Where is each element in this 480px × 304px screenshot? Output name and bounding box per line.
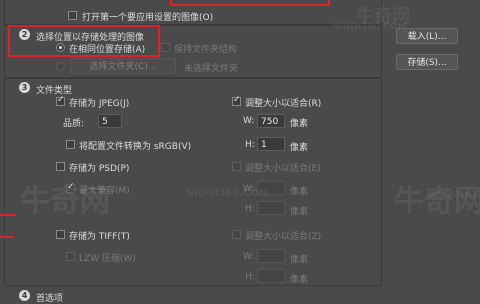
lzw-label: LZW 压缩(W) [79, 254, 136, 264]
tiff-w-label: W: [243, 252, 255, 262]
section-3-badge: 3 [19, 82, 30, 93]
jpeg-quality-input[interactable]: 5 [98, 114, 122, 128]
tiff-h-label: H: [245, 272, 255, 282]
tiff-w-unit: 像素 [290, 255, 309, 265]
psd-height-input[interactable] [257, 201, 285, 215]
save-jpeg-label: 存储为 JPEG(J) [69, 99, 130, 109]
watermark-cn-mid: 牛奇网 [20, 184, 110, 219]
highlight-box-top [170, 0, 330, 6]
jpeg-resize-label: 调整大小以适合(R) [245, 99, 322, 109]
section-4-title: 首选项 [36, 294, 64, 304]
psd-h-label: H: [245, 204, 255, 214]
psd-resize-label: 调整大小以适合(E) [245, 164, 321, 174]
keep-structure-label: 保持文件夹结构 [174, 45, 238, 55]
save-jpeg-checkbox[interactable] [56, 95, 65, 106]
watermark-brand-mid: NIUQI360.COM [186, 188, 269, 199]
jpeg-h-label: H: [245, 140, 255, 150]
left-edge-marker-1 [0, 214, 16, 216]
save-settings-button[interactable]: 存储(S)... [396, 54, 458, 70]
left-edge-marker-2 [0, 236, 14, 238]
section-4-badge: 4 [19, 290, 30, 301]
section-3-title: 文件类型 [36, 86, 73, 96]
tiff-height-input[interactable] [257, 269, 285, 283]
psd-w-unit: 像素 [290, 187, 309, 197]
psd-resize-checkbox[interactable] [232, 162, 241, 171]
highlight-box-section-2 [8, 25, 160, 57]
jpeg-width-input[interactable]: 750 [257, 114, 285, 128]
lzw-checkbox[interactable] [66, 252, 75, 261]
jpeg-height-input[interactable]: 1 [257, 137, 285, 151]
srgb-label: 将配置文件转换为 sRGB(V) [79, 142, 192, 152]
open-first-image-checkbox[interactable] [68, 11, 77, 20]
jpeg-h-unit: 像素 [290, 143, 309, 153]
select-folder-button[interactable]: 选择文件夹(C)... [70, 58, 176, 74]
jpeg-w-unit: 像素 [290, 119, 309, 129]
no-folder-label: 未选择文件夹 [184, 64, 239, 74]
srgb-checkbox[interactable] [66, 140, 75, 149]
jpeg-resize-checkbox[interactable] [232, 95, 241, 106]
save-psd-label: 存储为 PSD(P) [69, 164, 130, 174]
select-folder-radio[interactable] [56, 62, 65, 71]
tiff-resize-label: 调整大小以适合(Z) [245, 232, 322, 242]
watermark-cn-top: 牛奇网 [356, 6, 410, 27]
save-tiff-label: 存储为 TIFF(T) [69, 232, 130, 242]
keep-structure-checkbox[interactable] [161, 43, 170, 52]
psd-h-unit: 像素 [290, 207, 309, 217]
tiff-h-unit: 像素 [290, 275, 309, 285]
jpeg-quality-label: 品质: [63, 119, 85, 129]
jpeg-w-label: W: [243, 116, 255, 126]
save-psd-checkbox[interactable] [56, 162, 65, 171]
watermark-brand-right: NIUQI360.COM [428, 190, 480, 199]
tiff-resize-checkbox[interactable] [232, 230, 241, 239]
image-processor-dialog: 打开第一个要应用设置的图像(O) 2 选择位置以存储处理的图像 在相同位置存储(… [0, 0, 480, 304]
open-first-image-label: 打开第一个要应用设置的图像(O) [82, 13, 214, 23]
tiff-width-input[interactable] [257, 249, 285, 263]
save-tiff-checkbox[interactable] [56, 230, 65, 239]
